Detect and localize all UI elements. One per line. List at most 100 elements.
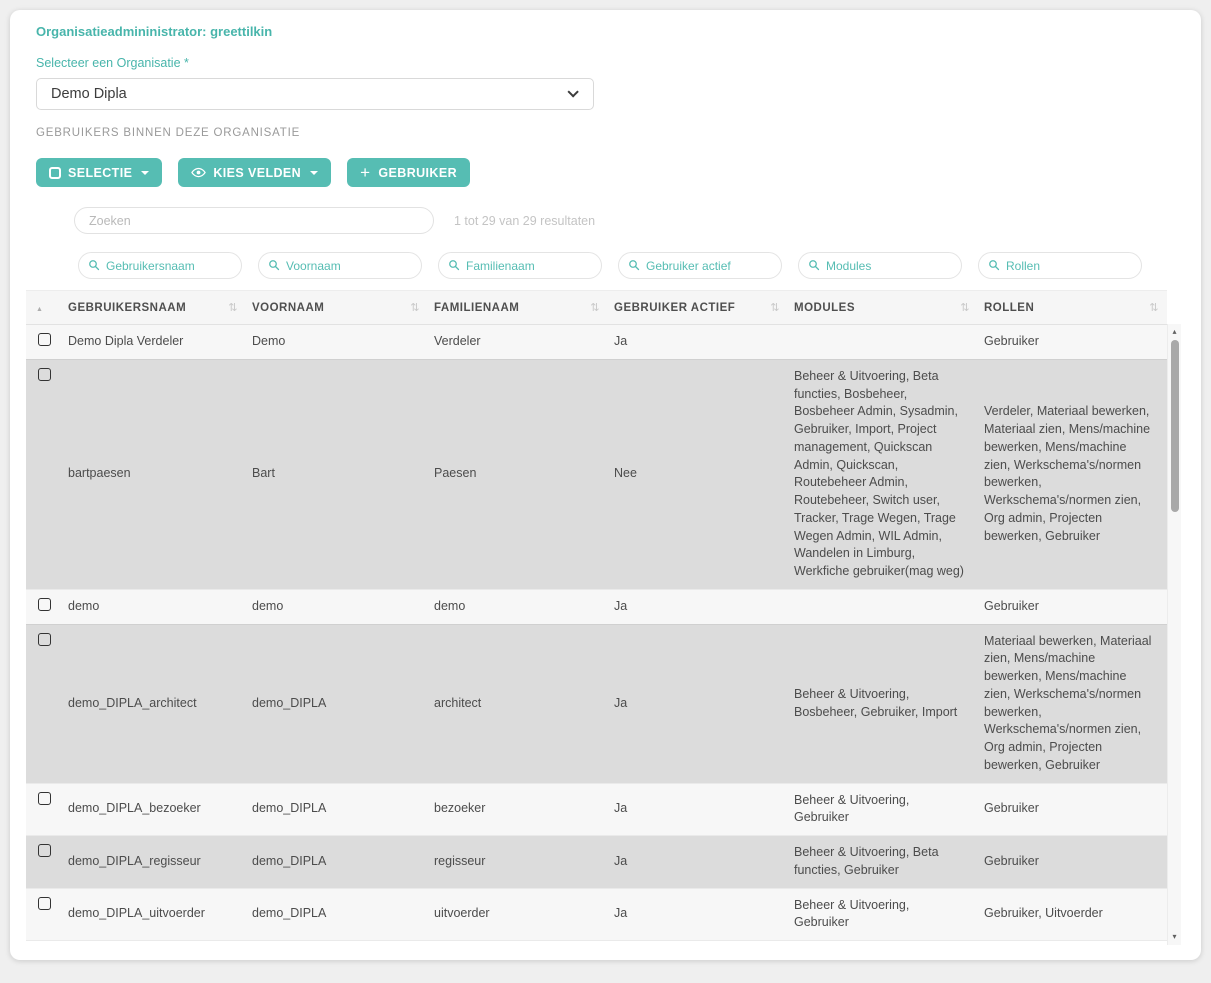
header-modules[interactable]: MODULES⇅ xyxy=(788,291,978,325)
organization-select[interactable]: Demo Dipla xyxy=(36,78,594,110)
row-checkbox[interactable] xyxy=(38,633,51,646)
search-row: 1 tot 29 van 29 resultaten xyxy=(74,207,1175,234)
cell-gebruiker-actief: Ja xyxy=(608,888,788,941)
sort-icon[interactable]: ⇅ xyxy=(410,301,420,314)
toolbar: SELECTIE KIES VELDEN + GEBRUIKER xyxy=(36,158,1175,187)
search-input[interactable] xyxy=(74,207,434,234)
checkbox-icon xyxy=(49,167,61,179)
cell-familienaam: Verdeler xyxy=(428,325,608,359)
header-select-column[interactable]: ▲ xyxy=(26,291,62,325)
main-panel: Organisatieadmininistrator: greettilkin … xyxy=(10,10,1201,960)
cell-gebruikersnaam[interactable]: demo_DIPLA_architect xyxy=(62,624,246,783)
selectie-button-label: SELECTIE xyxy=(68,166,132,180)
sort-icon[interactable]: ⇅ xyxy=(590,301,600,314)
table-row: demo_DIPLA_regisseur demo_DIPLA regisseu… xyxy=(26,836,1167,889)
cell-familienaam: bezoeker xyxy=(428,783,608,836)
users-table-body: Demo Dipla Verdeler Demo Verdeler Ja Geb… xyxy=(26,325,1167,941)
cell-modules: Beheer & Uitvoering, Gebruiker xyxy=(788,783,978,836)
cell-gebruikersnaam[interactable]: Demo Dipla Verdeler xyxy=(62,325,246,359)
row-checkbox[interactable] xyxy=(38,897,51,910)
sort-asc-icon: ▲ xyxy=(36,306,43,313)
filter-modules[interactable] xyxy=(798,252,962,279)
search-icon xyxy=(988,259,1000,271)
header-voornaam[interactable]: VOORNAAM⇅ xyxy=(246,291,428,325)
header-label: ROLLEN xyxy=(984,302,1034,314)
header-rollen[interactable]: ROLLEN ⇅ xyxy=(978,291,1167,325)
cell-gebruikersnaam[interactable]: demo xyxy=(62,589,246,624)
results-count: 1 tot 29 van 29 resultaten xyxy=(454,214,595,228)
caret-down-icon xyxy=(310,171,318,175)
scrollbar-thumb[interactable] xyxy=(1171,340,1179,512)
row-checkbox-cell xyxy=(26,888,62,941)
table-row: Demo Dipla Verdeler Demo Verdeler Ja Geb… xyxy=(26,325,1167,359)
cell-familienaam: architect xyxy=(428,624,608,783)
eye-icon xyxy=(191,165,206,180)
cell-familienaam: uitvoerder xyxy=(428,888,608,941)
row-checkbox[interactable] xyxy=(38,333,51,346)
sort-icon[interactable]: ⇅ xyxy=(770,301,780,314)
scrollbar-down-icon[interactable]: ▾ xyxy=(1168,931,1181,943)
section-title: GEBRUIKERS BINNEN DEZE ORGANISATIE xyxy=(36,126,1175,140)
row-checkbox[interactable] xyxy=(38,844,51,857)
filter-voornaam-wrap xyxy=(258,252,422,279)
header-gebruiker-actief[interactable]: GEBRUIKER ACTIEF⇅ xyxy=(608,291,788,325)
filter-gebruiker-actief-wrap xyxy=(618,252,782,279)
filter-gebruikersnaam-wrap xyxy=(78,252,242,279)
cell-rollen: Verdeler, Materiaal bewerken, Materiaal … xyxy=(978,359,1167,589)
cell-modules xyxy=(788,589,978,624)
kies-velden-button[interactable]: KIES VELDEN xyxy=(178,158,331,187)
cell-voornaam: demo_DIPLA xyxy=(246,836,428,889)
cell-modules: Beheer & Uitvoering, Bosbeheer, Gebruike… xyxy=(788,624,978,783)
add-gebruiker-button-label: GEBRUIKER xyxy=(378,166,457,180)
cell-gebruiker-actief: Ja xyxy=(608,836,788,889)
cell-familienaam: demo xyxy=(428,589,608,624)
filter-rollen[interactable] xyxy=(978,252,1142,279)
header-gebruikersnaam[interactable]: GEBRUIKERSNAAM ⇅ xyxy=(62,291,246,325)
cell-voornaam: demo_DIPLA xyxy=(246,783,428,836)
header-label: FAMILIENAAM xyxy=(434,302,519,314)
scrollbar-up-icon[interactable]: ▴ xyxy=(1168,326,1181,338)
sort-icon[interactable]: ⇅ xyxy=(1149,301,1159,314)
table-row: demo_DIPLA_uitvoerder demo_DIPLA uitvoer… xyxy=(26,888,1167,941)
filter-familienaam[interactable] xyxy=(438,252,602,279)
organization-select-value: Demo Dipla xyxy=(51,86,127,102)
cell-gebruikersnaam[interactable]: demo_DIPLA_bezoeker xyxy=(62,783,246,836)
row-checkbox[interactable] xyxy=(38,598,51,611)
org-admin-label: Organisatieadmininistrator: greettilkin xyxy=(36,24,1175,40)
cell-rollen: Gebruiker xyxy=(978,783,1167,836)
row-checkbox-cell xyxy=(26,325,62,359)
cell-modules xyxy=(788,325,978,359)
cell-gebruikersnaam[interactable]: demo_DIPLA_regisseur xyxy=(62,836,246,889)
header-label: GEBRUIKERSNAAM xyxy=(68,302,186,314)
table-row: demo demo demo Ja Gebruiker xyxy=(26,589,1167,624)
filter-gebruikersnaam[interactable] xyxy=(78,252,242,279)
search-icon xyxy=(808,259,820,271)
cell-rollen: Gebruiker, Uitvoerder xyxy=(978,888,1167,941)
cell-gebruiker-actief: Ja xyxy=(608,783,788,836)
table-scrollbar[interactable]: ▴ ▾ xyxy=(1167,324,1181,945)
cell-gebruikersnaam[interactable]: demo_DIPLA_uitvoerder xyxy=(62,888,246,941)
row-checkbox-cell xyxy=(26,836,62,889)
users-table-header: ▲ GEBRUIKERSNAAM ⇅ VOORNAAM⇅ FAMILIENAAM ⇅… xyxy=(26,290,1167,325)
cell-familienaam: Paesen xyxy=(428,359,608,589)
row-checkbox[interactable] xyxy=(38,368,51,381)
filter-gebruiker-actief[interactable] xyxy=(618,252,782,279)
row-checkbox[interactable] xyxy=(38,792,51,805)
cell-voornaam: Demo xyxy=(246,325,428,359)
sort-icon[interactable]: ⇅ xyxy=(228,301,238,314)
filter-voornaam[interactable] xyxy=(258,252,422,279)
cell-gebruiker-actief: Ja xyxy=(608,589,788,624)
cell-familienaam: regisseur xyxy=(428,836,608,889)
sort-icon[interactable]: ⇅ xyxy=(960,301,970,314)
plus-icon: + xyxy=(360,164,370,181)
search-icon xyxy=(268,259,280,271)
header-familienaam[interactable]: FAMILIENAAM ⇅ xyxy=(428,291,608,325)
cell-modules: Beheer & Uitvoering, Beta functies, Bosb… xyxy=(788,359,978,589)
selectie-button[interactable]: SELECTIE xyxy=(36,158,162,187)
kies-velden-button-label: KIES VELDEN xyxy=(213,166,301,180)
cell-voornaam: Bart xyxy=(246,359,428,589)
filter-familienaam-wrap xyxy=(438,252,602,279)
add-gebruiker-button[interactable]: + GEBRUIKER xyxy=(347,158,470,187)
cell-rollen: Gebruiker xyxy=(978,589,1167,624)
cell-gebruikersnaam[interactable]: bartpaesen xyxy=(62,359,246,589)
